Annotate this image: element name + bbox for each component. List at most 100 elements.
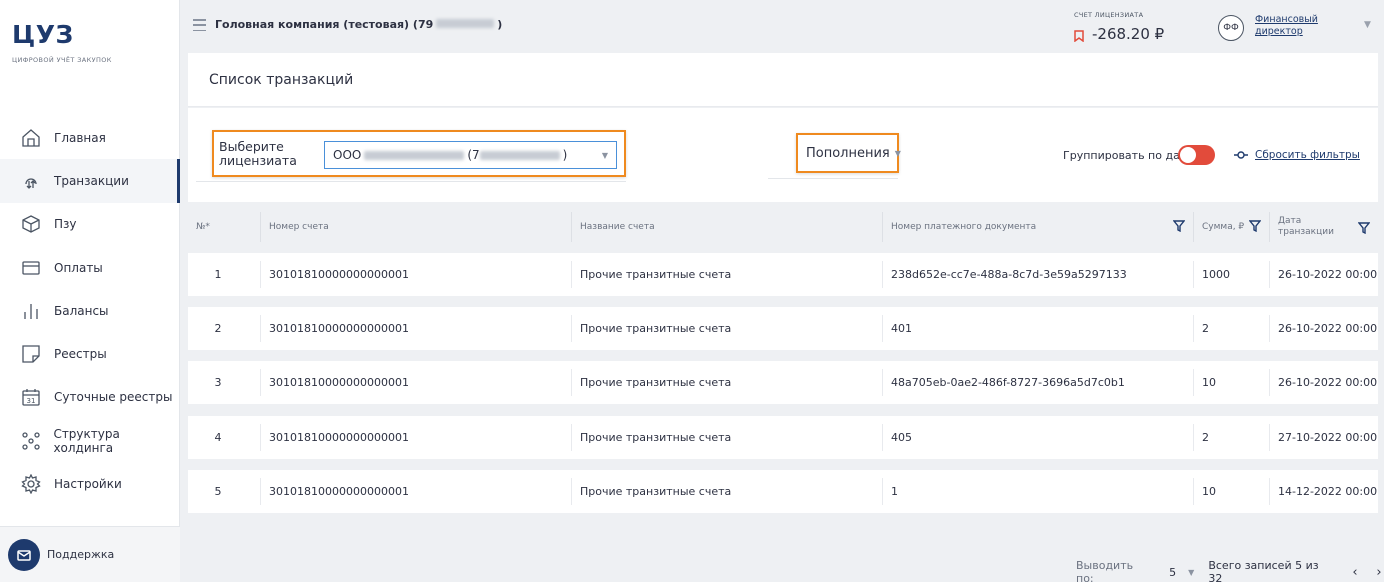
reset-filters-label: Сбросить фильтры [1255, 149, 1360, 161]
cell-account-name: Прочие транзитные счета [571, 261, 882, 288]
calendar-icon: 31 [20, 386, 42, 408]
column-header-number[interactable]: №* [188, 212, 260, 242]
per-page-label: Выводить по: [1076, 559, 1134, 582]
app-logo-subtitle: ЦИФРОВОЙ УЧЁТ ЗАКУПОК [12, 56, 112, 64]
cell-account-name: Прочие транзитные счета [571, 369, 882, 397]
sidebar-item-registers[interactable]: Реестры [0, 332, 180, 375]
table-row[interactable]: 2 30101810000000000001 Прочие транзитные с… [188, 307, 1378, 351]
divider [768, 178, 898, 179]
transaction-type-select[interactable]: Пополнения ▼ [796, 133, 901, 173]
bookmark-icon [1074, 28, 1084, 43]
next-page-button[interactable]: › [1374, 565, 1384, 580]
sidebar-item-holding-structure[interactable]: Структура холдинга [0, 419, 180, 462]
company-name: Головная компания (тестовая) (79) [215, 18, 502, 31]
reset-filters-link[interactable]: Сбросить фильтры [1233, 149, 1360, 161]
sidebar-item-label: Транзакции [54, 173, 129, 188]
topbar: Головная компания (тестовая) (79) СЧЕТ Л… [181, 0, 1384, 53]
chevron-down-icon: ▼ [894, 148, 901, 158]
transaction-type-value: Пополнения [806, 145, 890, 161]
filter-icon[interactable] [1357, 222, 1371, 235]
account-balance: -268.20 ₽ [1074, 25, 1164, 43]
cell-sum: 10 [1193, 369, 1269, 397]
column-header-payment-doc-label[interactable]: Номер платежного документа [891, 222, 1036, 232]
cell-date: 26-10-2022 00:00 [1269, 369, 1378, 397]
redacted-text [364, 150, 465, 160]
toggle-knob [1180, 147, 1196, 163]
sidebar-item-label: Главная [54, 130, 106, 145]
sidebar-item-label: Балансы [54, 303, 109, 318]
home-icon [20, 127, 42, 149]
sidebar-item-balances[interactable]: Балансы [0, 289, 180, 332]
column-header-sum-label[interactable]: Сумма, ₽ [1202, 222, 1244, 232]
records-total: Всего записей 5 из 32 [1208, 559, 1319, 582]
sidebar-item-label: Структура холдинга [53, 426, 120, 455]
support-button[interactable]: Поддержка [0, 526, 180, 582]
role-line-1: Финансовый [1255, 14, 1318, 25]
per-page-select[interactable]: 5 [1169, 566, 1176, 579]
role-line-2: директор [1255, 26, 1303, 37]
cell-sum: 2 [1193, 423, 1269, 451]
account-label: СЧЕТ ЛИЦЕНЗИАТА [1074, 11, 1144, 19]
group-by-date-toggle[interactable] [1178, 145, 1215, 165]
column-header-sum: Сумма, ₽ [1193, 212, 1269, 242]
sidebar-item-pzu[interactable]: Пзу [0, 203, 180, 246]
filter-bar: Выберите лицензиата ООО (7 ) ▼ Пополнени… [188, 108, 1378, 202]
cell-date: 26-10-2022 00:00 [1269, 261, 1378, 288]
licensee-label: Выберите лицензиата [219, 139, 297, 168]
avatar[interactable]: ФФ [1218, 15, 1244, 41]
sidebar-item-daily-registers[interactable]: 31 Суточные реестры [0, 376, 180, 419]
app-logo[interactable]: ЦУЗ [12, 20, 74, 49]
table-row[interactable]: 4 30101810000000000001 Прочие транзитные с… [188, 415, 1378, 459]
support-label: Поддержка [47, 548, 115, 561]
cell-account-name: Прочие транзитные счета [571, 423, 882, 451]
sidebar-item-transactions[interactable]: Транзакции [0, 159, 180, 203]
table-row[interactable]: 1 30101810000000000001 Прочие транзитные с… [188, 253, 1378, 296]
cell-account-name: Прочие транзитные счета [571, 477, 882, 505]
chevron-down-icon: ▼ [601, 151, 608, 160]
group-by-date-label: Группировать по дате [1063, 149, 1193, 162]
company-name-text: Головная компания (тестовая) (79 [215, 18, 434, 31]
account-balance-value: -268.20 ₽ [1092, 25, 1165, 43]
sidebar-nav: Главная Транзакции Пзу Оплаты Балансы Ре… [0, 116, 180, 506]
gear-icon [20, 473, 42, 495]
chevron-down-icon[interactable]: ▼ [1188, 568, 1194, 577]
page-title: Список транзакций [209, 72, 354, 88]
table-row[interactable]: 3 30101810000000000001 Прочие транзитные с… [188, 361, 1378, 405]
cell-number: 5 [214, 484, 222, 498]
cell-account: 30101810000000000001 [260, 369, 571, 397]
column-header-date-label[interactable]: Дата транзакции [1278, 216, 1338, 238]
sidebar-item-settings[interactable]: Настройки [0, 462, 180, 505]
redacted-text [436, 19, 495, 28]
prev-page-button[interactable]: ‹ [1350, 565, 1360, 580]
sidebar-item-payments[interactable]: Оплаты [0, 246, 180, 289]
filter-icon[interactable] [1248, 220, 1262, 233]
licensee-suffix: ) [562, 148, 568, 162]
redacted-text [479, 150, 560, 160]
card-icon [20, 257, 42, 279]
cell-account: 30101810000000000001 [260, 261, 571, 288]
cell-date: 27-10-2022 00:00 [1269, 423, 1378, 451]
sidebar-item-home[interactable]: Главная [0, 116, 180, 159]
pagination: Выводить по: 5 ▼ Всего записей 5 из 32 ‹… [1076, 559, 1384, 582]
cell-payment-doc: 48a705eb-0ae2-486f-8727-3696a5d7c0b1 [882, 369, 1193, 397]
sidebar-item-label: Суточные реестры [54, 390, 173, 405]
column-header-account-name[interactable]: Название счета [571, 212, 882, 242]
bars-icon [20, 300, 42, 322]
column-header-account[interactable]: Номер счета [260, 212, 571, 242]
cell-account: 30101810000000000001 [260, 477, 571, 505]
licensee-filter: Выберите лицензиата ООО (7 ) ▼ [212, 130, 626, 177]
chevron-down-icon[interactable]: ▼ [1364, 20, 1371, 30]
cell-sum: 10 [1193, 477, 1269, 505]
licensee-mid: (7 [467, 148, 480, 162]
table-header: №* Номер счета Название счета Номер плат… [188, 202, 1378, 250]
cell-sum: 1000 [1193, 261, 1269, 288]
cell-payment-doc: 401 [882, 315, 1193, 343]
menu-icon[interactable] [193, 19, 206, 31]
user-role-link[interactable]: Финансовый директор [1255, 14, 1318, 38]
filter-icon[interactable] [1172, 220, 1186, 233]
table-row[interactable]: 5 30101810000000000001 Прочие транзитные с… [188, 469, 1378, 513]
licensee-select[interactable]: ООО (7 ) ▼ [324, 141, 617, 169]
licensee-prefix: ООО [333, 148, 362, 162]
company-name-suffix: ) [497, 18, 503, 31]
sidebar-item-label: Оплаты [54, 260, 103, 275]
